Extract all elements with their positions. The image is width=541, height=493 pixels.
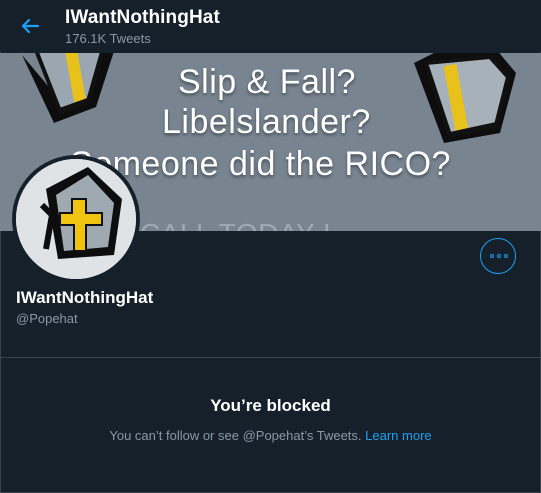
- more-dot-icon: [497, 254, 501, 258]
- more-dot-icon: [504, 254, 508, 258]
- blocked-message: You can’t follow or see @Popehat’s Tweet…: [109, 428, 362, 443]
- header-title: IWantNothingHat: [65, 7, 220, 28]
- divider: [0, 357, 541, 358]
- banner-text-4: CALL TODAY !: [140, 218, 331, 231]
- banner-text-3: Someone did the RICO?: [70, 145, 451, 183]
- learn-more-link[interactable]: Learn more: [365, 428, 431, 443]
- profile-name: IWantNothingHat: [16, 288, 154, 307]
- banner-mitre-right: [414, 53, 516, 143]
- banner-text-1: Slip & Fall?: [178, 63, 356, 101]
- banner-mitre-left: [22, 53, 114, 123]
- more-options-button[interactable]: [480, 238, 516, 274]
- blocked-message-row: You can’t follow or see @Popehat’s Tweet…: [0, 428, 541, 443]
- banner-text-2: Libelslander?: [162, 103, 371, 141]
- tweet-count: 176.1K Tweets: [65, 31, 151, 46]
- more-dot-icon: [490, 254, 494, 258]
- profile-header: IWantNothingHat 176.1K Tweets: [0, 0, 541, 52]
- back-arrow-icon[interactable]: [18, 14, 42, 38]
- profile-handle: @Popehat: [16, 311, 78, 326]
- avatar-image: [16, 159, 136, 279]
- blocked-title: You’re blocked: [210, 396, 331, 415]
- avatar[interactable]: [12, 155, 140, 283]
